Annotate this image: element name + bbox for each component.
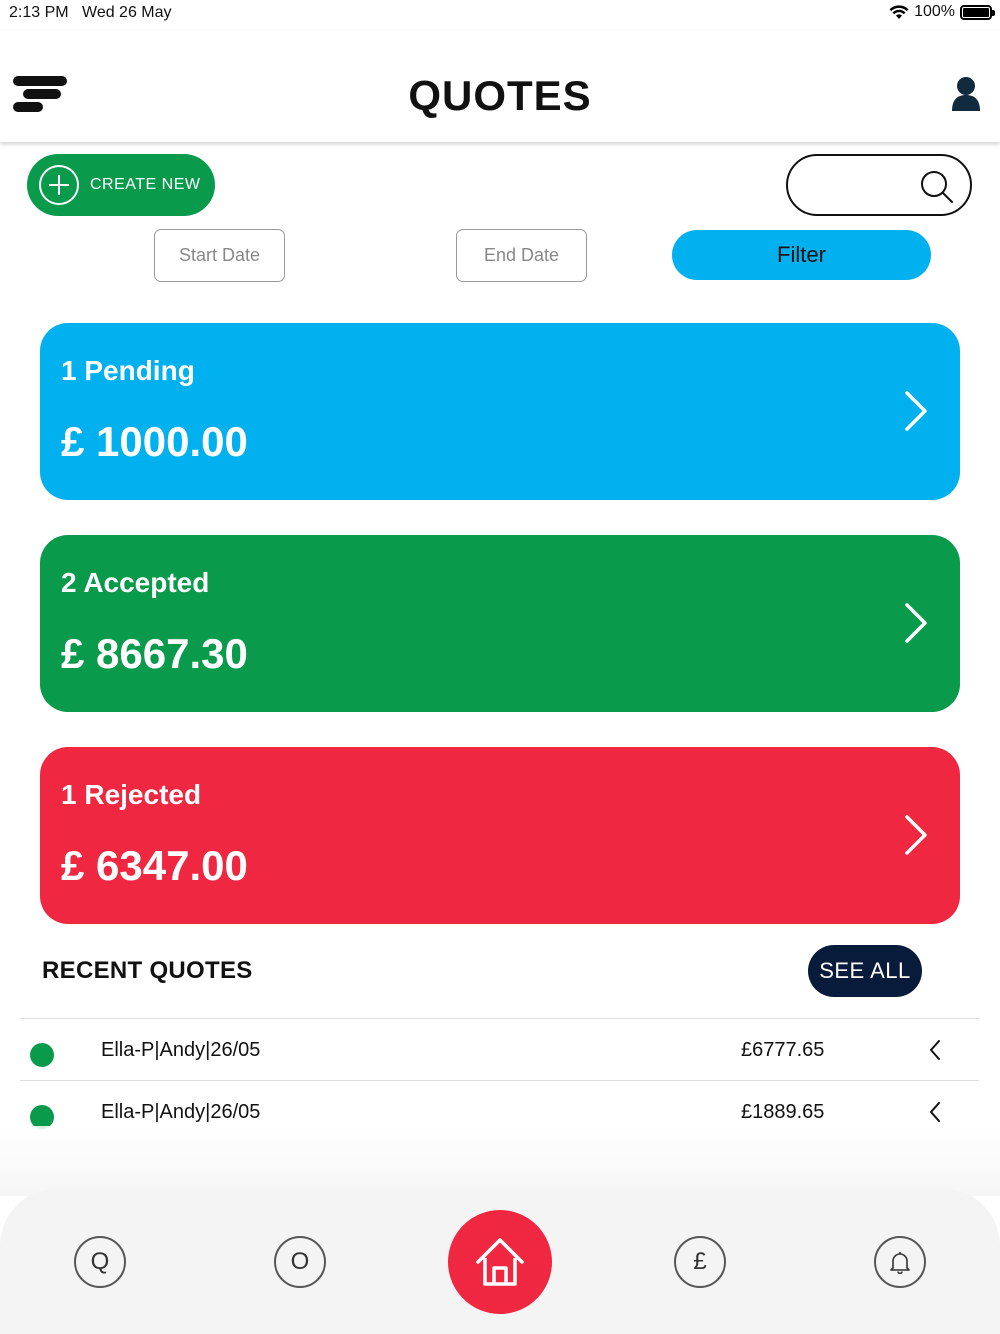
start-date-button[interactable]: Start Date [154, 229, 285, 282]
status-date: Wed 26 May [82, 4, 172, 21]
chevron-right-icon [905, 603, 927, 643]
page-title: QUOTES [408, 72, 592, 119]
chevron-right-icon [905, 815, 927, 855]
end-date-button[interactable]: End Date [456, 229, 587, 282]
user-icon[interactable] [950, 75, 982, 111]
pending-count-label: 1 Pending [61, 355, 195, 386]
o-icon[interactable]: O [274, 1236, 326, 1288]
app-header: QUOTES [0, 30, 1000, 142]
status-time: 2:13 PM [9, 4, 69, 21]
rejected-amount: £ 6347.00 [61, 842, 248, 889]
quote-amount: £1889.65 [741, 1101, 825, 1123]
accepted-amount: £ 8667.30 [61, 630, 248, 677]
accepted-count-label: 2 Accepted [61, 567, 210, 598]
chevron-right-icon [905, 391, 927, 431]
bell-icon [890, 1252, 910, 1274]
recent-quotes-heading: RECENT QUOTES [42, 957, 253, 984]
pound-icon[interactable]: £ [674, 1236, 726, 1288]
create-new-button[interactable]: CREATE NEW [27, 154, 215, 216]
create-new-label: CREATE NEW [90, 176, 201, 193]
list-item[interactable]: Ella-P|Andy|26/05 £6777.65 [20, 1018, 979, 1080]
plus-circle-icon [39, 165, 79, 205]
home-icon [476, 1238, 524, 1286]
filter-button[interactable]: Filter [672, 230, 931, 280]
chevron-left-icon[interactable] [928, 1039, 942, 1061]
battery-icon [960, 4, 995, 20]
status-bar: 2:13 PM Wed 26 May 100% [0, 0, 1000, 30]
home-button[interactable] [448, 1210, 552, 1314]
status-dot [30, 1043, 54, 1067]
search-input[interactable] [804, 168, 914, 202]
rejected-count-label: 1 Rejected [61, 779, 202, 810]
list-fade-overlay [0, 1126, 1000, 1196]
quote-amount: £6777.65 [741, 1039, 825, 1061]
pending-amount: £ 1000.00 [61, 418, 248, 465]
wifi-icon [889, 5, 909, 19]
chevron-left-icon[interactable] [928, 1101, 942, 1123]
q-icon[interactable]: Q [74, 1236, 126, 1288]
quote-name: Ella-P|Andy|26/05 [101, 1039, 261, 1061]
battery-percent: 100% [914, 3, 955, 20]
rejected-card[interactable]: 1 Rejected £ 6347.00 [40, 747, 960, 924]
bottom-nav: Q O £ [0, 1188, 1000, 1334]
search-icon[interactable] [920, 170, 954, 204]
quote-name: Ella-P|Andy|26/05 [101, 1101, 261, 1123]
see-all-button[interactable]: SEE ALL [808, 945, 922, 997]
notifications-button[interactable] [874, 1236, 926, 1288]
status-indicators: 100% [889, 3, 995, 21]
recent-quotes-list: Ella-P|Andy|26/05 £6777.65 Ella-P|Andy|2… [20, 1018, 979, 1142]
accepted-card[interactable]: 2 Accepted £ 8667.30 [40, 535, 960, 712]
search-box[interactable] [786, 154, 972, 216]
pending-card[interactable]: 1 Pending £ 1000.00 [40, 323, 960, 500]
